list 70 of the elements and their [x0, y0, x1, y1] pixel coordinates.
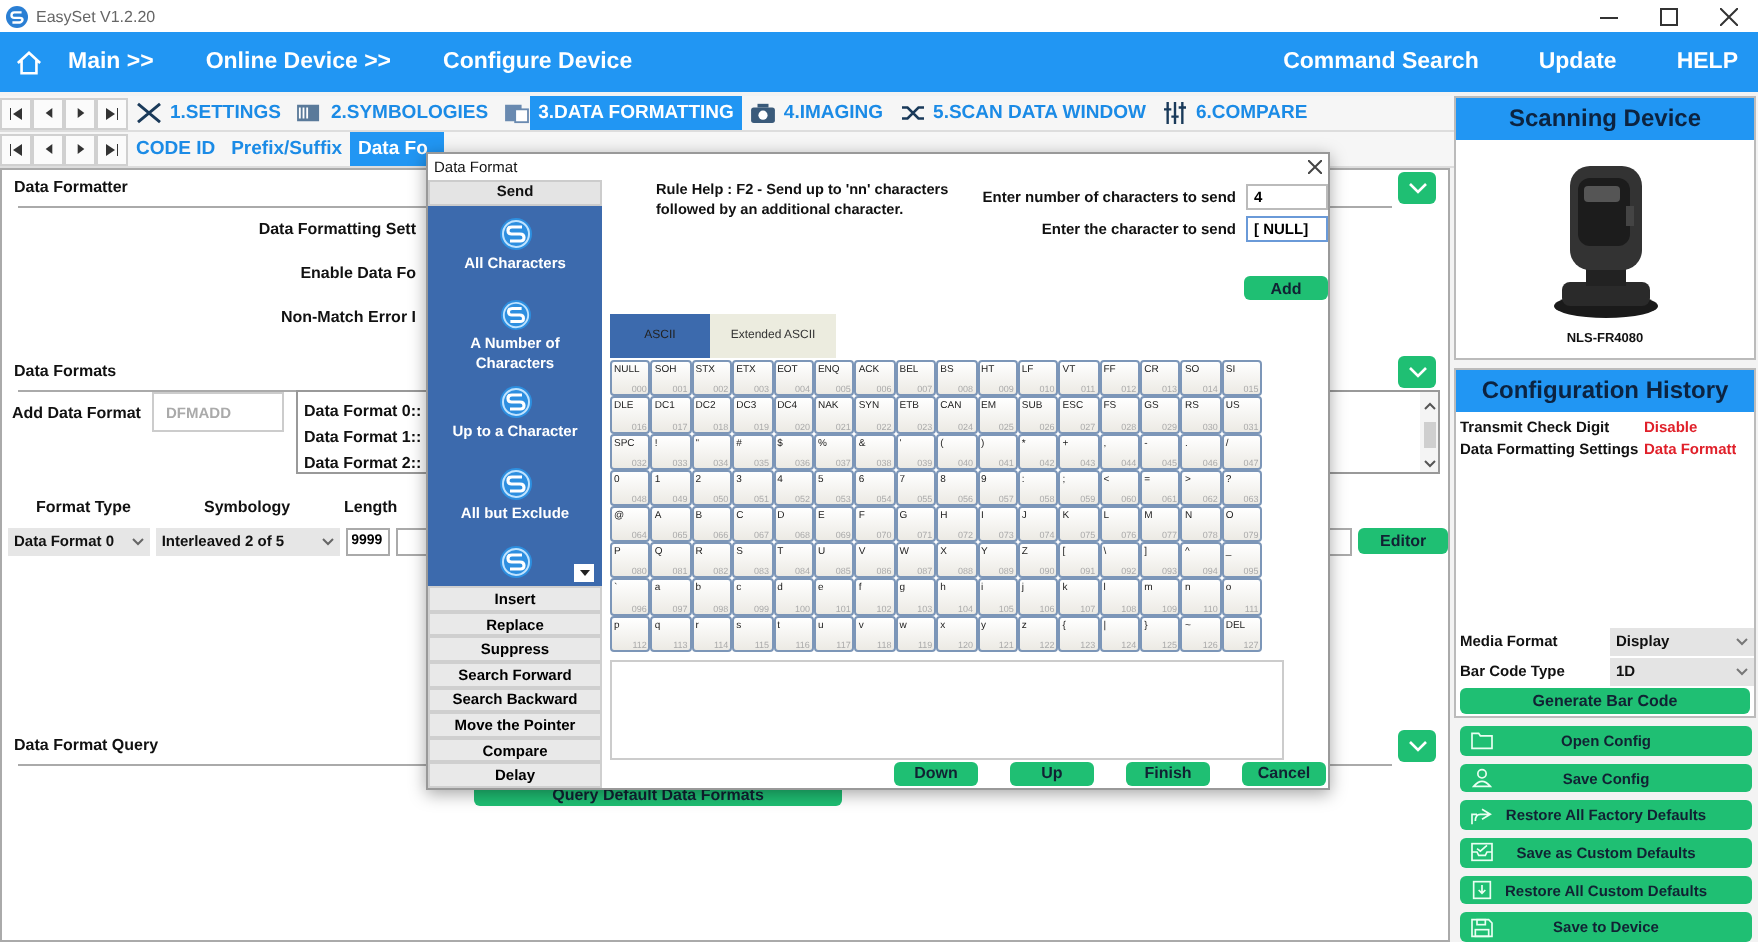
last-page-button[interactable]: [96, 133, 128, 165]
field-label: Enable Data Fo: [298, 264, 416, 282]
chevron-down-icon: [1407, 739, 1427, 751]
section-title: Data Formatter: [14, 178, 128, 196]
camera-icon: [749, 102, 776, 124]
close-icon: [1307, 160, 1321, 175]
tools-icon: [136, 102, 162, 124]
sliders-icon: [1161, 102, 1188, 124]
maximize-icon: [1659, 7, 1677, 25]
dialog-button[interactable]: Up: [1010, 761, 1094, 786]
last-page-button[interactable]: [96, 97, 128, 129]
chevron-down-icon: [1736, 637, 1748, 645]
panel-header: Scanning Device: [1456, 98, 1754, 140]
first-page-button[interactable]: [0, 97, 32, 129]
previous-page-button[interactable]: [32, 133, 64, 165]
chevron-down-icon: [1407, 365, 1427, 377]
chevron-down-icon: [1407, 181, 1427, 193]
next-page-button[interactable]: [64, 97, 96, 129]
panel-header: Configuration History: [1456, 370, 1754, 412]
first-page-button[interactable]: [0, 133, 32, 165]
dialog-button[interactable]: Finish: [1126, 761, 1210, 786]
skip-end-icon: [106, 107, 118, 119]
logo-icon: [499, 386, 531, 419]
editor-button[interactable]: Editor: [1358, 528, 1448, 554]
next-page-button[interactable]: [64, 133, 96, 165]
skip-start-icon: [10, 107, 22, 119]
triangle-left-icon: [43, 144, 53, 154]
scroll-thumb[interactable]: [1423, 422, 1435, 448]
inbox-icon: [1470, 842, 1494, 863]
home-icon[interactable]: [16, 49, 42, 75]
triangle-right-icon: [75, 108, 85, 118]
section-title: Data Format Query: [14, 736, 159, 754]
logo-icon: [499, 218, 531, 251]
chevron-down-icon: [131, 537, 144, 545]
chevron-down-icon: [321, 537, 334, 545]
column-header: Format Type: [36, 497, 131, 515]
barcode-card-icon: [296, 102, 323, 124]
caret-up-icon: [1423, 402, 1435, 410]
shuffle-icon: [899, 102, 926, 124]
dialog-button[interactable]: Cancel: [1242, 761, 1326, 786]
previous-page-button[interactable]: [32, 97, 64, 129]
close-icon: [1719, 7, 1737, 25]
download-icon: [1470, 880, 1494, 901]
column-header: Symbology: [204, 497, 291, 515]
field-label: Non-Match Error I: [278, 308, 416, 326]
folder-icon: [1470, 730, 1494, 751]
skip-start-icon: [10, 143, 22, 155]
field-label: Data Formatting Sett: [256, 220, 416, 238]
section-title: Data Formats: [14, 362, 117, 380]
caret-down-icon: [1423, 460, 1435, 468]
app-logo-icon: [6, 5, 28, 27]
caret-down-icon: [579, 570, 589, 577]
triangle-left-icon: [43, 108, 53, 118]
generate-button[interactable]: Generate Bar Code: [1460, 688, 1750, 714]
skip-end-icon: [106, 143, 118, 155]
logo-icon: [499, 546, 531, 579]
dialog-button[interactable]: Down: [894, 761, 978, 786]
scrollbar[interactable]: [1420, 392, 1438, 472]
triangle-right-icon: [75, 144, 85, 154]
dropdown-button[interactable]: [574, 564, 594, 583]
share-icon: [1470, 805, 1494, 826]
document-icon: [504, 102, 531, 124]
column-header: Length: [344, 497, 398, 515]
chevron-down-icon: [1736, 667, 1748, 675]
user-icon: [1470, 768, 1494, 788]
logo-icon: [499, 468, 531, 501]
add-button[interactable]: Add: [1244, 276, 1328, 301]
window-title: EasySet V1.2.20: [36, 7, 156, 25]
field-label: Add Data Format: [12, 404, 143, 422]
logo-icon: [499, 300, 531, 331]
